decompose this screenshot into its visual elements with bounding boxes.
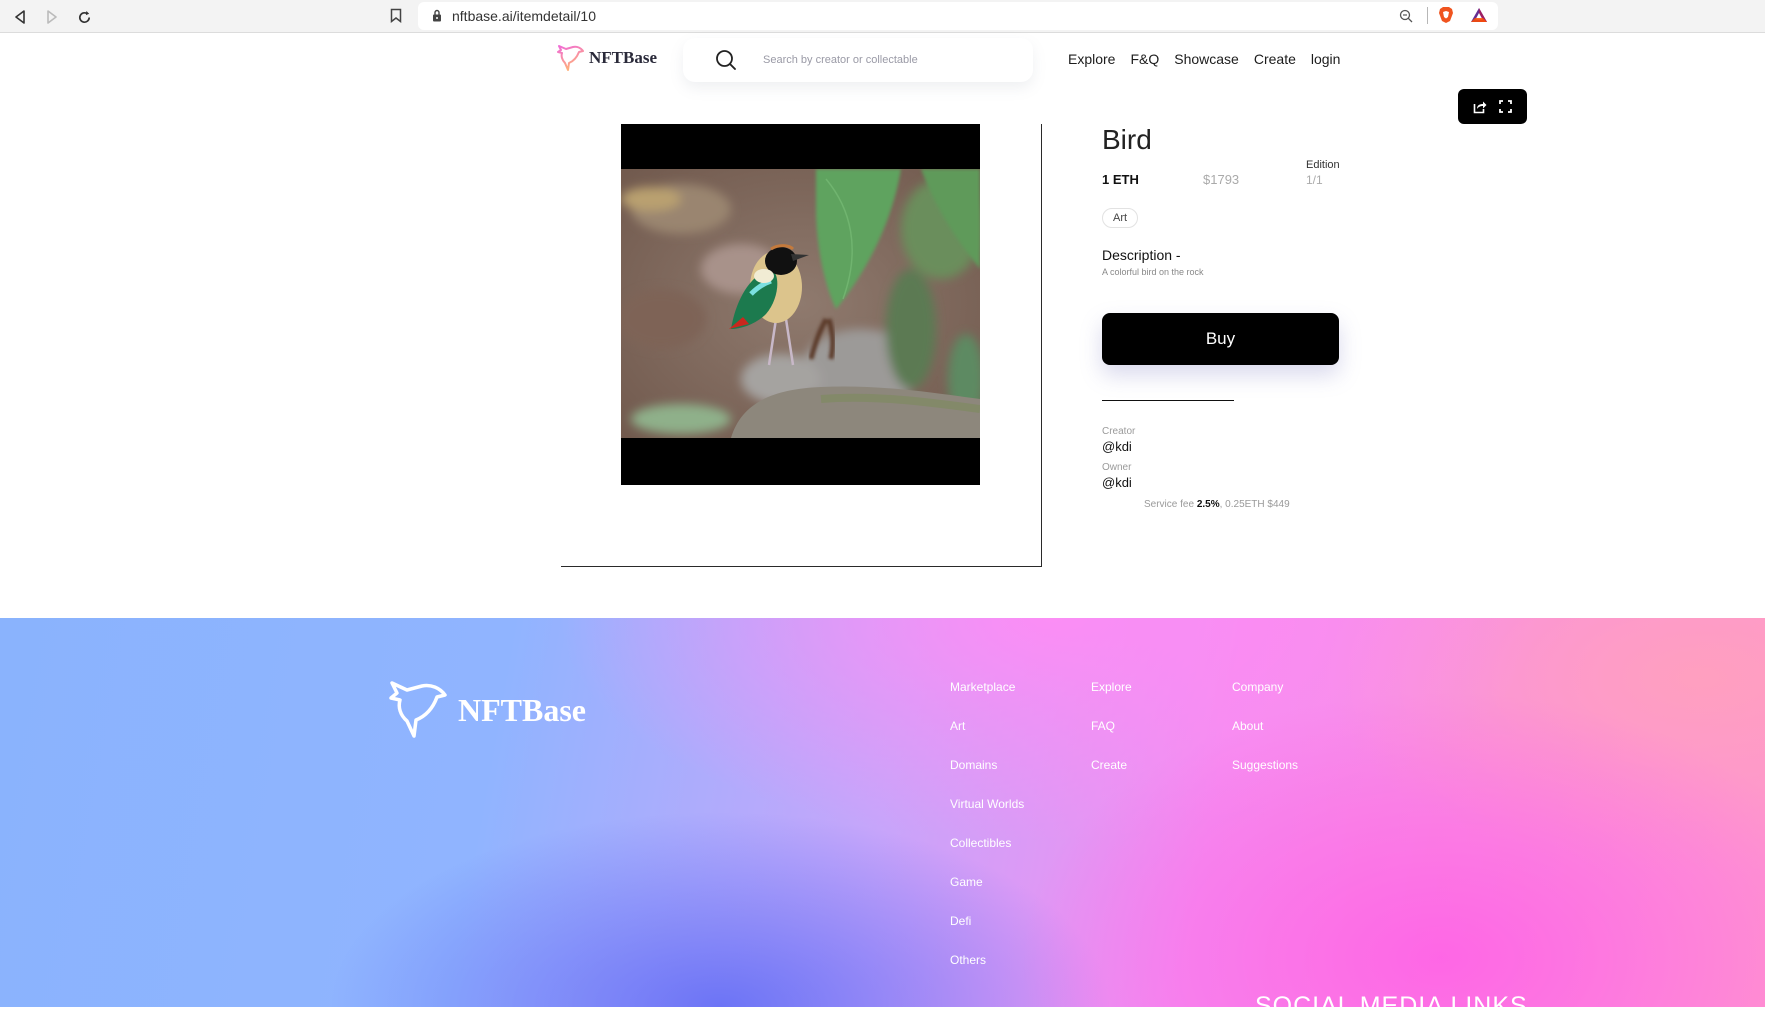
buy-button[interactable]: Buy (1102, 313, 1339, 365)
category-tag[interactable]: Art (1102, 208, 1139, 228)
footer-link-collectibles[interactable]: Collectibles (950, 836, 1011, 850)
footer-brand-name: NFTBase (458, 691, 586, 728)
footer-link-explore[interactable]: Explore (1091, 680, 1132, 694)
lock-icon (433, 9, 441, 22)
footer-brand-logo[interactable]: NFTBase (388, 678, 586, 742)
description-heading: Description - (1102, 247, 1181, 263)
footer: NFTBase Marketplace Art Domains Virtual … (0, 618, 1765, 1007)
vertical-divider (1041, 124, 1042, 567)
bat-rewards-icon[interactable] (1470, 7, 1488, 23)
footer-link-create[interactable]: Create (1091, 758, 1127, 772)
social-media-heading: SOCIAL MEDIA LINKS (1255, 992, 1528, 1007)
footer-link-others[interactable]: Others (950, 953, 986, 967)
reload-icon[interactable] (73, 6, 95, 28)
url-text: nftbase.ai/itemdetail/10 (452, 8, 596, 24)
creator-label: Creator (1102, 426, 1136, 437)
price-eth: 1 ETH (1102, 172, 1139, 187)
price-usd: $1793 (1203, 172, 1240, 187)
nav-fq[interactable]: F&Q (1130, 51, 1159, 67)
share-icon[interactable] (1473, 100, 1487, 114)
media-actions (1458, 89, 1527, 124)
footer-link-defi[interactable]: Defi (950, 914, 971, 928)
footer-link-about[interactable]: About (1232, 719, 1263, 733)
brand-name: NFTBase (589, 48, 657, 67)
nav-explore[interactable]: Explore (1068, 51, 1115, 67)
service-fee-amount: , 0.25ETH $449 (1219, 499, 1290, 510)
bird-logo-icon (557, 45, 584, 71)
fullscreen-icon[interactable] (1499, 100, 1512, 113)
nav-login[interactable]: login (1311, 51, 1341, 67)
edition-label: Edition (1306, 159, 1340, 171)
bird-logo-icon (389, 681, 447, 738)
service-fee: Service fee 2.5%, 0.25ETH $449 (1144, 499, 1290, 510)
search-icon[interactable] (715, 49, 737, 71)
item-title: Bird (1102, 124, 1152, 155)
owner-label: Owner (1102, 462, 1132, 473)
section-divider (1102, 400, 1234, 401)
toolbar-separator (1427, 7, 1428, 24)
search-input[interactable] (763, 50, 1013, 70)
back-icon[interactable] (9, 6, 31, 28)
footer-link-domains[interactable]: Domains (950, 758, 997, 772)
footer-link-art[interactable]: Art (950, 719, 965, 733)
description-text: A colorful bird on the rock (1102, 267, 1204, 277)
bird-photo (621, 169, 980, 438)
nav-create[interactable]: Create (1254, 51, 1296, 67)
horizontal-divider (561, 566, 1042, 567)
service-fee-label: Service fee (1144, 499, 1195, 510)
footer-link-faq[interactable]: FAQ (1091, 719, 1115, 733)
footer-link-company[interactable]: Company (1232, 680, 1283, 694)
footer-link-game[interactable]: Game (950, 875, 983, 889)
edition-value: 1/1 (1306, 173, 1323, 187)
search-bar[interactable] (683, 38, 1033, 82)
footer-link-virtual-worlds[interactable]: Virtual Worlds (950, 797, 1024, 811)
bookmark-icon[interactable] (390, 8, 402, 23)
zoom-out-icon[interactable] (1399, 9, 1413, 23)
creator-handle[interactable]: @kdi (1102, 439, 1132, 454)
nav-showcase[interactable]: Showcase (1174, 51, 1239, 67)
browser-toolbar: nftbase.ai/itemdetail/10 (0, 0, 1765, 33)
nft-image[interactable] (621, 124, 980, 485)
main-nav: Explore F&Q Showcase Create login (1068, 51, 1340, 67)
footer-link-suggestions[interactable]: Suggestions (1232, 758, 1298, 772)
address-bar[interactable]: nftbase.ai/itemdetail/10 (418, 2, 1498, 30)
brand-logo[interactable]: NFTBase (557, 43, 657, 73)
brave-shield-icon[interactable] (1438, 6, 1454, 24)
forward-icon[interactable] (41, 6, 63, 28)
owner-handle[interactable]: @kdi (1102, 475, 1132, 490)
footer-link-marketplace[interactable]: Marketplace (950, 680, 1015, 694)
service-fee-percent: 2.5% (1196, 499, 1220, 510)
